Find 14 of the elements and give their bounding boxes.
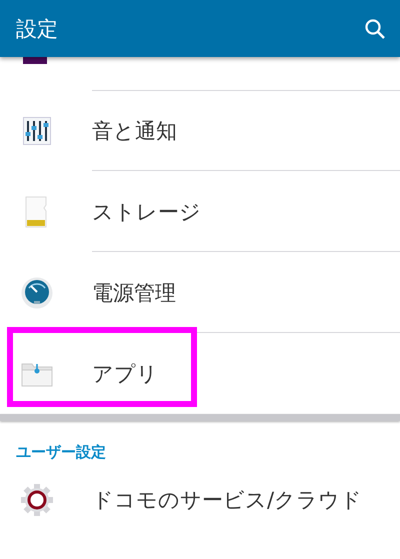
sd-card-icon <box>25 196 49 228</box>
settings-item[interactable]: アプリ <box>92 360 158 388</box>
gear-icon <box>20 482 54 516</box>
settings-item[interactable]: 電源管理 <box>92 278 176 306</box>
settings-item[interactable]: ドコモのサービス/クラウド <box>92 486 362 514</box>
folder-icon <box>21 360 53 386</box>
equalizer-icon <box>23 116 51 144</box>
gauge-icon <box>21 276 53 308</box>
app-title: 設定 <box>16 16 58 42</box>
tile-icon <box>23 57 47 64</box>
search-icon[interactable] <box>364 18 386 40</box>
settings-item[interactable]: 音と通知 <box>92 116 177 144</box>
section-heading: ユーザー設定 <box>15 442 107 459</box>
settings-item[interactable]: ストレージ <box>92 198 201 226</box>
